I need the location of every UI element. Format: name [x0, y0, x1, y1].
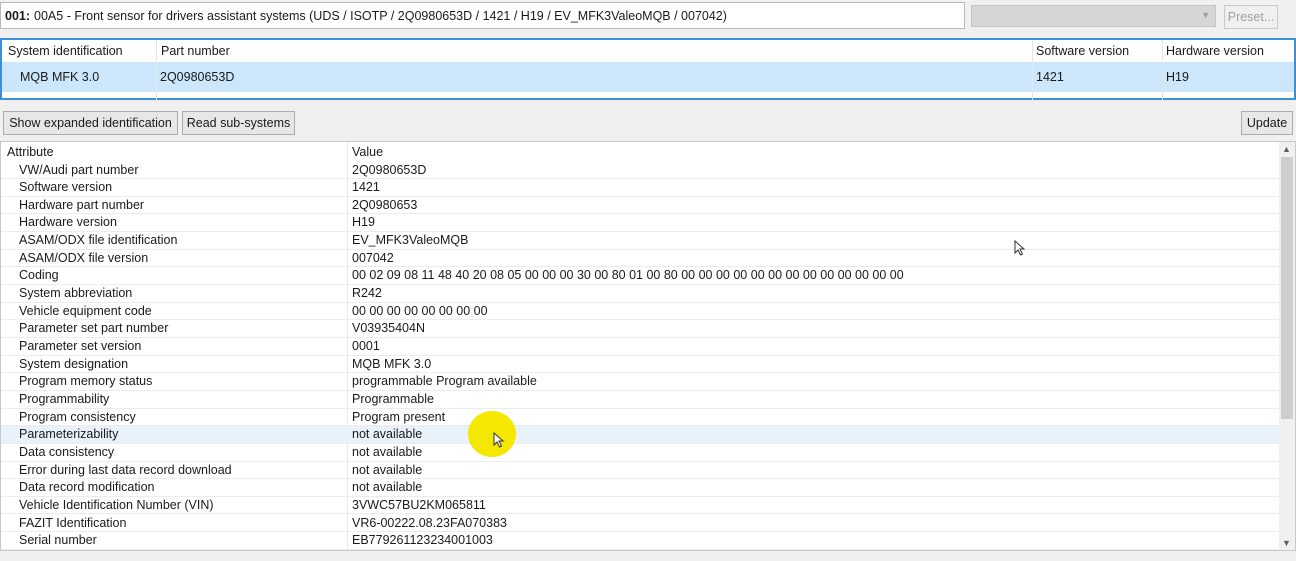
table-row[interactable]: Coding 00 02 09 08 11 48 40 20 08 05 00 0…: [1, 267, 1279, 286]
attribute-value: 00 00 00 00 00 00 00 00: [352, 303, 488, 318]
scroll-up-icon[interactable]: ▲: [1282, 144, 1291, 154]
attribute-value: MQB MFK 3.0: [352, 356, 432, 371]
part-number-cell: 2Q0980653D: [160, 70, 235, 84]
column-divider: [1032, 40, 1033, 100]
attribute-value: VR6-00222.08.23FA070383: [352, 515, 507, 530]
attribute-name: System abbreviation: [19, 286, 133, 301]
table-row[interactable]: Program memory status programmable Progra…: [1, 373, 1279, 391]
table-row[interactable]: Hardware part number 2Q0980653: [1, 197, 1279, 215]
attribute-value: V03935404N: [352, 321, 425, 336]
attribute-value: 2Q0980653: [352, 197, 418, 212]
attribute-value: 007042: [352, 250, 394, 265]
preset-button[interactable]: Preset...: [1224, 5, 1278, 29]
ecu-title-bar: 001: 00A5 - Front sensor for drivers ass…: [0, 2, 965, 29]
column-divider: [1162, 40, 1163, 100]
attribute-name: ASAM/ODX file identification: [19, 233, 178, 248]
attribute-name: ASAM/ODX file version: [19, 250, 149, 265]
system-cell: MQB MFK 3.0: [20, 70, 100, 84]
table-row[interactable]: VW/Audi part number 2Q0980653D: [1, 162, 1279, 180]
table-row[interactable]: Parameterizability not available: [1, 426, 1279, 444]
attribute-name: Parameter set version: [19, 339, 142, 353]
table-row[interactable]: Data record modification not available: [1, 479, 1279, 497]
read-subsystems-button[interactable]: Read sub-systems: [182, 111, 295, 135]
column-header-part-number[interactable]: Part number: [161, 40, 230, 62]
attribute-name: Program memory status: [19, 374, 153, 389]
scroll-down-icon[interactable]: ▼: [1282, 538, 1291, 548]
column-header-system-identification[interactable]: System identification: [8, 40, 123, 62]
cursor-highlight: [468, 411, 516, 457]
attribute-value: 2Q0980653D: [352, 162, 427, 177]
table-row[interactable]: Serial number EB779261123234001003: [1, 532, 1279, 550]
update-button[interactable]: Update: [1241, 111, 1293, 135]
table-row[interactable]: ASAM/ODX file version 007042: [1, 250, 1279, 268]
attribute-value: 3VWC57BU2KM065811: [352, 497, 486, 512]
column-divider: [156, 40, 157, 100]
column-header-hardware-version[interactable]: Hardware version: [1166, 40, 1264, 62]
attribute-value: Program present: [352, 409, 446, 424]
table-row[interactable]: Vehicle equipment code 00 00 00 00 00 00 …: [1, 303, 1279, 321]
table-row[interactable]: Data consistency not available: [1, 444, 1279, 462]
table-row[interactable]: FAZIT Identification VR6-00222.08.23FA070…: [1, 515, 1279, 533]
vertical-scrollbar[interactable]: ▲ ▼: [1279, 142, 1295, 550]
attribute-name: Coding: [19, 268, 59, 283]
show-expanded-identification-button[interactable]: Show expanded identification: [3, 111, 178, 135]
attribute-value: R242: [352, 286, 382, 301]
table-row[interactable]: ASAM/ODX file identification EV_MFK3Valeo…: [1, 232, 1279, 250]
scrollbar-thumb[interactable]: [1281, 157, 1293, 419]
table-row[interactable]: System abbreviation R242: [1, 285, 1279, 303]
attribute-value: not available: [352, 427, 423, 442]
attribute-name: Program consistency: [19, 409, 136, 424]
system-table: System identification Part number Softwa…: [0, 38, 1296, 100]
attribute-value: not available: [352, 462, 423, 477]
variant-select[interactable]: ▼: [971, 5, 1216, 27]
attribute-value: 1421: [352, 180, 380, 195]
attribute-name: Parameterizability: [19, 427, 119, 442]
hardware-version-cell: H19: [1166, 70, 1189, 84]
attribute-name: Vehicle equipment code: [19, 303, 152, 318]
attribute-value: Programmable: [352, 391, 434, 406]
attribute-value: not available: [352, 444, 423, 459]
attribute-name: Programmability: [19, 391, 110, 406]
attribute-name: Serial number: [19, 533, 97, 548]
table-row[interactable]: System designation MQB MFK 3.0: [1, 356, 1279, 374]
attribute-name: Data record modification: [19, 480, 155, 495]
ecu-address: 001:: [5, 8, 31, 23]
table-row[interactable]: Programmability Programmable: [1, 391, 1279, 409]
attribute-value: programmable Program available: [352, 374, 537, 389]
table-row[interactable]: Vehicle Identification Number (VIN) 3VWC5…: [1, 497, 1279, 515]
chevron-down-icon: ▼: [1201, 10, 1210, 20]
mouse-pointer-icon: [493, 432, 505, 448]
attribute-name: Data consistency: [19, 444, 115, 459]
attribute-name: Vehicle Identification Number (VIN): [19, 497, 214, 512]
attribute-value: 0001: [352, 339, 380, 353]
table-row[interactable]: Program consistency Program present: [1, 409, 1279, 427]
attribute-value: 00 02 09 08 11 48 40 20 08 05 00 00 00 3…: [352, 268, 904, 283]
attribute-name: Hardware version: [19, 215, 117, 230]
attribute-name: VW/Audi part number: [19, 162, 139, 177]
attribute-name: System designation: [19, 356, 129, 371]
column-header-software-version[interactable]: Software version: [1036, 40, 1129, 62]
attribute-name: Hardware part number: [19, 197, 145, 212]
attribute-value: EB779261123234001003: [352, 533, 493, 548]
attribute-value: not available: [352, 480, 423, 495]
table-row[interactable]: Hardware version H19: [1, 214, 1279, 233]
software-version-cell: 1421: [1036, 70, 1064, 84]
attribute-name: Parameter set part number: [19, 321, 169, 336]
attribute-name: Software version: [19, 180, 113, 195]
attribute-table: Attribute Value VW/Audi part number 2Q098…: [0, 141, 1296, 551]
attribute-name: Error during last data record download: [19, 462, 232, 477]
table-row[interactable]: Software version 1421: [1, 179, 1279, 197]
attribute-name: FAZIT Identification: [19, 515, 127, 530]
attribute-value: EV_MFK3ValeoMQB: [352, 233, 469, 248]
table-row[interactable]: Parameter set part number V03935404N: [1, 320, 1279, 338]
ecu-title: 00A5 - Front sensor for drivers assistan…: [34, 8, 727, 23]
column-header-value[interactable]: Value: [352, 144, 383, 161]
mouse-pointer-icon: [1014, 240, 1026, 256]
column-header-attribute[interactable]: Attribute: [7, 144, 54, 161]
table-row[interactable]: Parameter set version 0001: [1, 338, 1279, 356]
table-row[interactable]: Error during last data record download no…: [1, 462, 1279, 480]
attribute-value: H19: [352, 215, 375, 230]
